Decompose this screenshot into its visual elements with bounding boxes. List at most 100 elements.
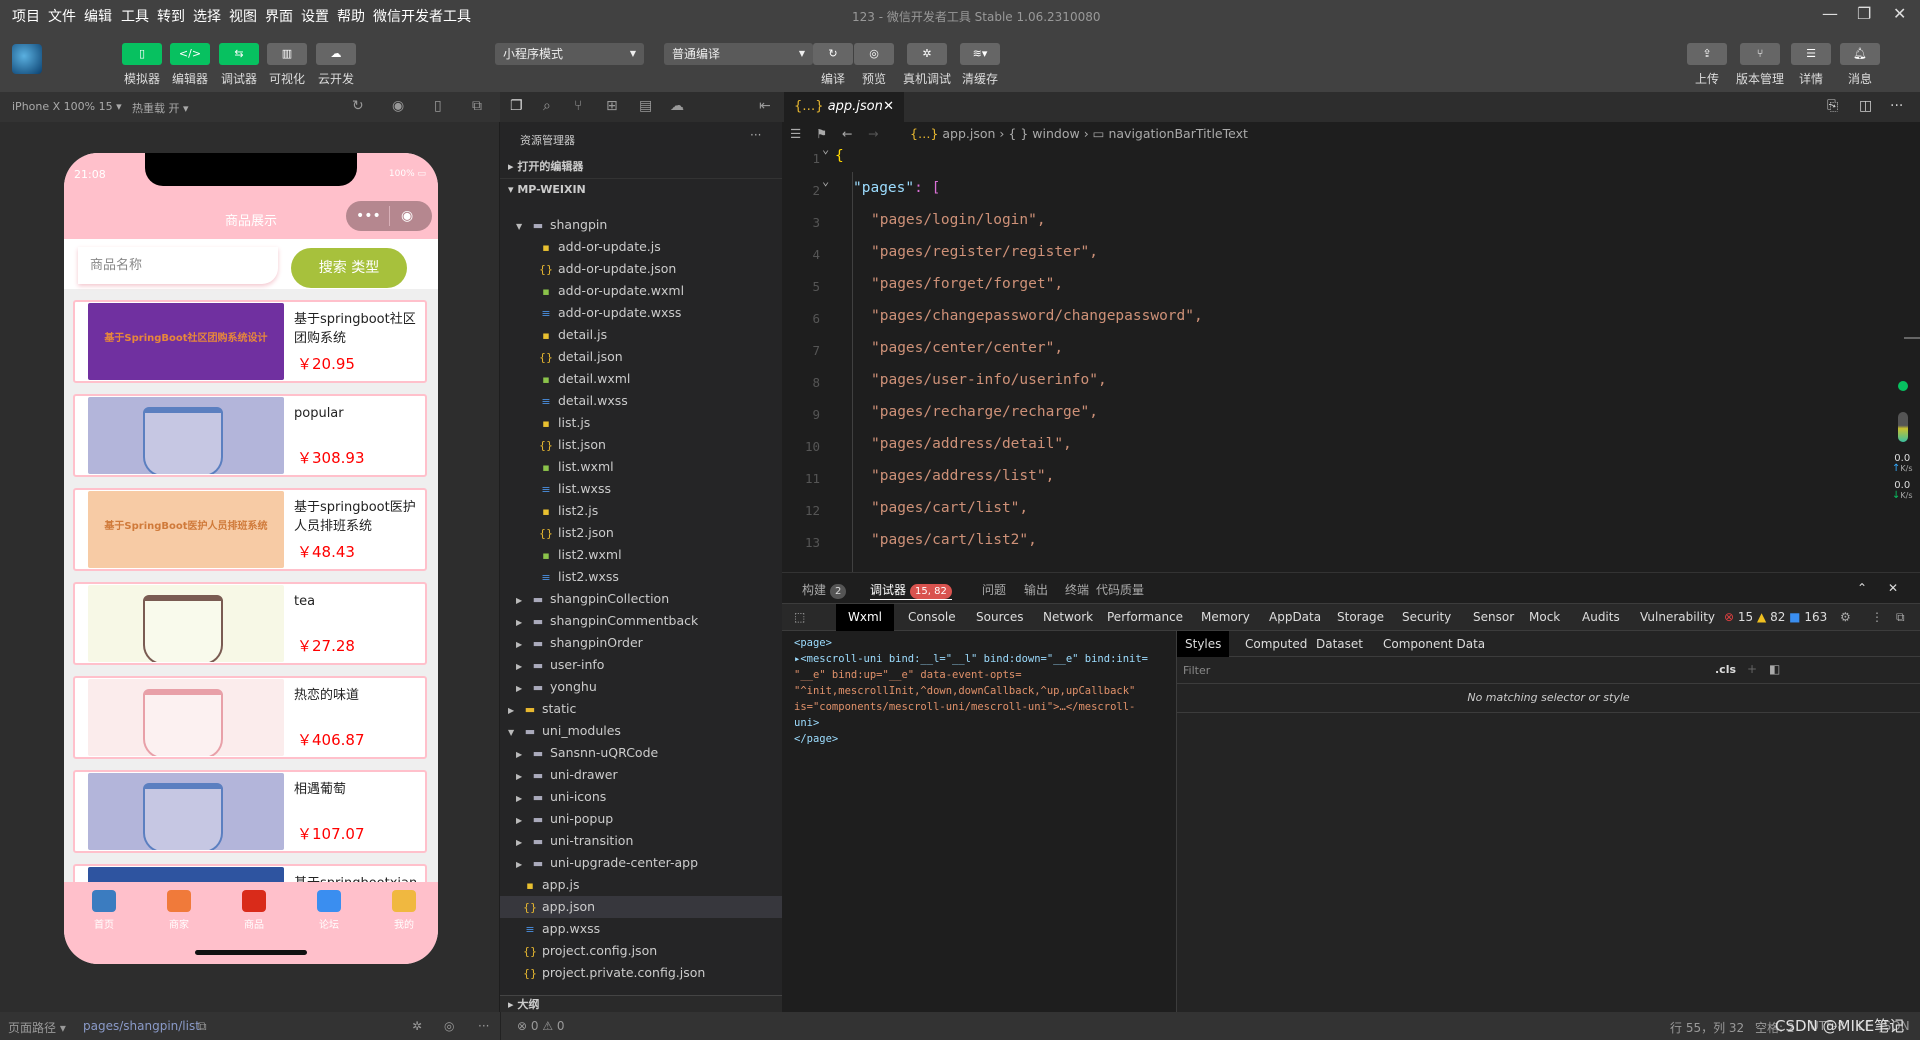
- folder-item[interactable]: ▼ ▬ uni_modules: [500, 720, 782, 742]
- file-item[interactable]: ▪ list.js: [500, 412, 782, 434]
- file-item[interactable]: ▪ detail.wxml: [500, 368, 782, 390]
- breadcrumb-window[interactable]: window: [1032, 126, 1079, 141]
- product-card[interactable]: 基于SpringBoot社区团购系统设计 基于springboot社区团购系统 ￥2…: [73, 300, 427, 383]
- cloud-button[interactable]: ☁: [316, 43, 356, 65]
- search-input[interactable]: 商品名称: [78, 247, 278, 284]
- devtools-tab[interactable]: Mock: [1529, 610, 1560, 624]
- chevron-right-icon[interactable]: ▶: [516, 590, 530, 612]
- chevron-right-icon[interactable]: ▶: [516, 744, 530, 766]
- file-item[interactable]: ▪ list.wxml: [500, 456, 782, 478]
- file-item[interactable]: {} app.json: [500, 896, 782, 918]
- editor-button[interactable]: </>: [170, 43, 210, 65]
- stop-icon[interactable]: ◉: [392, 98, 404, 114]
- search-icon[interactable]: ⌕: [543, 98, 551, 114]
- root-folder-section[interactable]: ▾ MP-WEIXIN: [500, 178, 782, 200]
- git-icon[interactable]: ⑂: [574, 98, 582, 114]
- wxml-tree[interactable]: <page> ▸<mescroll-uni bind:__l="__l" bind…: [782, 631, 1177, 1013]
- folder-item[interactable]: ▶ ▬ uni-upgrade-center-app: [500, 852, 782, 874]
- toggle-sidebar-icon[interactable]: ◧: [1769, 662, 1780, 676]
- add-style-icon[interactable]: +: [1747, 662, 1757, 676]
- folder-item[interactable]: ▼ ▬ shangpin: [500, 214, 782, 236]
- page-path[interactable]: pages/shangpin/list: [83, 1019, 200, 1033]
- folder-item[interactable]: ▶ ▬ shangpinOrder: [500, 632, 782, 654]
- file-item[interactable]: ▪ add-or-update.wxml: [500, 280, 782, 302]
- forward-arrow-icon[interactable]: →: [868, 122, 878, 146]
- more-icon[interactable]: ···: [478, 1019, 489, 1033]
- devtools-tab[interactable]: AppData: [1269, 610, 1321, 624]
- panel-tab[interactable]: 调试器 15, 82: [870, 581, 952, 600]
- messages-button[interactable]: 🔔︎: [1840, 43, 1880, 65]
- outline-list-icon[interactable]: ☰: [790, 122, 801, 146]
- file-item[interactable]: {} project.config.json: [500, 940, 782, 962]
- devtools-tab[interactable]: Memory: [1201, 610, 1250, 624]
- file-item[interactable]: ▪ detail.js: [500, 324, 782, 346]
- dock-icon[interactable]: ⧉: [1896, 610, 1905, 625]
- filter-input[interactable]: Filter: [1183, 664, 1210, 677]
- search-button[interactable]: 搜索 类型: [291, 248, 407, 288]
- file-item[interactable]: ≡ list.wxss: [500, 478, 782, 500]
- menu-select[interactable]: 选择: [193, 6, 221, 26]
- chevron-right-icon[interactable]: ▶: [516, 634, 530, 656]
- restore-icon[interactable]: ❐: [1857, 4, 1871, 23]
- detach-icon[interactable]: ⧉: [472, 98, 482, 114]
- menu-project[interactable]: 项目: [12, 6, 40, 26]
- chevron-right-icon[interactable]: ▶: [516, 766, 530, 788]
- page-path-select[interactable]: 页面路径 ▾: [8, 1019, 66, 1036]
- panel-tab[interactable]: 终端: [1065, 581, 1089, 598]
- chevron-right-icon[interactable]: ▶: [516, 678, 530, 700]
- refresh-icon[interactable]: ↻: [352, 98, 364, 114]
- product-card[interactable]: 相遇葡萄 ￥107.07: [73, 770, 427, 853]
- debugger-button[interactable]: ⇆: [219, 43, 259, 65]
- simulator-button[interactable]: ▯: [122, 43, 162, 65]
- devtools-tab[interactable]: Storage: [1337, 610, 1384, 624]
- file-item[interactable]: ≡ add-or-update.wxss: [500, 302, 782, 324]
- project-avatar[interactable]: [12, 44, 42, 74]
- panel-tab[interactable]: 构建 2: [802, 581, 847, 599]
- version-button[interactable]: ⑂: [1740, 43, 1780, 65]
- kebab-menu-icon[interactable]: ⋮: [1871, 610, 1883, 624]
- menu-interface[interactable]: 界面: [265, 6, 293, 26]
- close-tab-icon[interactable]: ✕: [883, 92, 894, 122]
- panel-tab[interactable]: 代码质量: [1096, 581, 1144, 598]
- folder-item[interactable]: ▶ ▬ uni-drawer: [500, 764, 782, 786]
- product-card[interactable]: tea ￥27.28: [73, 582, 427, 665]
- folder-item[interactable]: ▶ ▬ user-info: [500, 654, 782, 676]
- maximize-panel-icon[interactable]: ⌃: [1857, 581, 1867, 595]
- product-card[interactable]: popular ￥308.93: [73, 394, 427, 477]
- hot-reload-toggle[interactable]: 热重载 开 ▾: [132, 100, 189, 116]
- styles-tab[interactable]: Dataset: [1308, 631, 1371, 657]
- clear-cache-button[interactable]: ≋▾: [960, 43, 1000, 65]
- chevron-right-icon[interactable]: ▶: [516, 788, 530, 810]
- devtools-tab[interactable]: Sensor: [1473, 610, 1514, 624]
- docker-icon[interactable]: ☁: [670, 98, 684, 114]
- breadcrumb-file[interactable]: app.json: [942, 126, 995, 141]
- compile-select[interactable]: 普通编译 ▼: [664, 43, 813, 65]
- debug-icon[interactable]: ✲: [412, 1019, 422, 1033]
- panel-tab[interactable]: 问题: [982, 581, 1006, 598]
- fold-chevron-icon[interactable]: ⌄: [822, 174, 829, 188]
- folder-item[interactable]: ▶ ▬ uni-popup: [500, 808, 782, 830]
- remote-debug-button[interactable]: ✲: [907, 43, 947, 65]
- details-button[interactable]: ☰: [1791, 43, 1831, 65]
- menu-edit[interactable]: 编辑: [84, 6, 112, 26]
- tab-home[interactable]: 首页: [74, 890, 134, 931]
- chevron-right-icon[interactable]: ▶: [516, 854, 530, 876]
- file-item[interactable]: {} list.json: [500, 434, 782, 456]
- files-icon[interactable]: ❐: [510, 98, 523, 114]
- folder-item[interactable]: ▶ ▬ shangpinCommentback: [500, 610, 782, 632]
- tab-profile[interactable]: 我的: [374, 890, 434, 931]
- mode-select[interactable]: 小程序模式 ▼: [495, 43, 644, 65]
- folder-item[interactable]: ▶ ▬ static: [500, 698, 782, 720]
- chevron-right-icon[interactable]: ▶: [516, 612, 530, 634]
- cls-toggle[interactable]: .cls: [1715, 663, 1736, 676]
- close-window-icon[interactable]: ✕: [1893, 4, 1906, 23]
- extensions-icon[interactable]: ⊞: [606, 98, 618, 114]
- devtools-tab[interactable]: Audits: [1582, 610, 1620, 624]
- inspect-element-icon[interactable]: ⬚: [794, 610, 805, 624]
- folder-item[interactable]: ▶ ▬ yonghu: [500, 676, 782, 698]
- panel-tab[interactable]: 输出: [1024, 581, 1048, 598]
- devtools-tab[interactable]: Security: [1402, 610, 1451, 624]
- back-arrow-icon[interactable]: ←: [842, 122, 852, 146]
- cursor-position[interactable]: 行 55，列 32: [1670, 1019, 1744, 1036]
- menu-wechat-devtools[interactable]: 微信开发者工具: [373, 6, 471, 26]
